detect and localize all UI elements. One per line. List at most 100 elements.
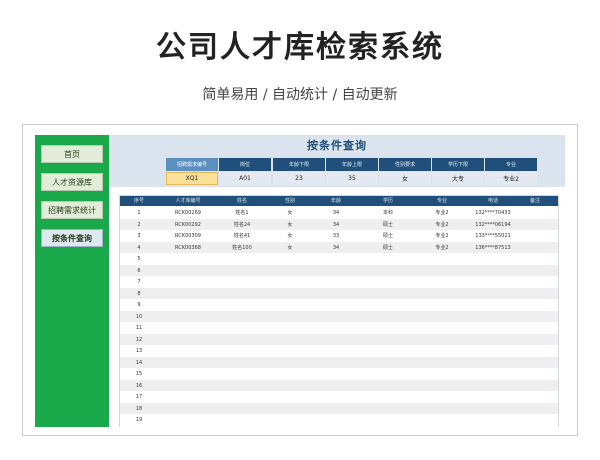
- requirement-id-input[interactable]: XQ1: [166, 172, 218, 185]
- criteria-header: 性别要求: [379, 158, 431, 171]
- table-cell: [316, 404, 356, 414]
- table-row: 14: [120, 356, 558, 368]
- criteria-value: 大专: [432, 172, 484, 185]
- table-cell: 10: [135, 313, 143, 320]
- table-cell: [162, 335, 214, 345]
- table-cell: [420, 254, 464, 264]
- table-cell: [162, 266, 214, 276]
- nav-query-button[interactable]: 按条件查询: [41, 229, 103, 247]
- table-cell: [364, 415, 412, 425]
- table-row: 4 RCK00368 姓名100 女 34 硕士 专业2 136****87513: [120, 241, 558, 253]
- criteria-value: 女: [379, 172, 431, 185]
- table-cell: [316, 346, 356, 356]
- table-cell: RCK00309: [175, 233, 201, 239]
- table-cell: 1: [137, 210, 141, 216]
- table-cell: [518, 381, 552, 391]
- table-cell: [220, 254, 264, 264]
- nav-talent-pool-button[interactable]: 人才资源库: [41, 173, 103, 191]
- table-cell: [162, 277, 214, 287]
- table-cell: [518, 277, 552, 287]
- table-cell: [518, 312, 552, 322]
- table-cell: [518, 208, 552, 218]
- column-header: 电话: [487, 198, 498, 204]
- table-cell: [518, 346, 552, 356]
- criteria-header: 学历下限: [432, 158, 484, 171]
- table-cell: 34: [332, 221, 340, 228]
- table-cell: [468, 346, 518, 356]
- table-cell: 3: [137, 233, 141, 239]
- table-row: 6: [120, 264, 558, 276]
- table-cell: [220, 404, 264, 414]
- table-cell: [270, 254, 310, 264]
- spreadsheet-window: 首页人才资源库招聘需求统计 按条件查询 按条件查询 招聘需求编号 XQ1 岗位 A01 年…: [22, 124, 578, 436]
- table-cell: [364, 358, 412, 368]
- table-row: 15: [120, 368, 558, 380]
- table-cell: 17: [135, 394, 143, 400]
- table-cell: [468, 335, 518, 345]
- table-cell: [270, 266, 310, 276]
- table-cell: [420, 381, 464, 391]
- table-cell: 姓名41: [233, 233, 251, 239]
- table-cell: [420, 369, 464, 379]
- table-cell: 女: [287, 244, 293, 251]
- table-cell: [420, 312, 464, 322]
- table-cell: [518, 220, 552, 230]
- table-cell: [364, 369, 412, 379]
- table-row: 10: [120, 310, 558, 322]
- table-cell: [316, 415, 356, 425]
- table-cell: [270, 404, 310, 414]
- table-cell: 姓名100: [232, 244, 252, 251]
- table-row: 17: [120, 391, 558, 403]
- table-cell: 34: [332, 210, 340, 216]
- table-cell: [468, 300, 518, 310]
- table-cell: [270, 289, 310, 299]
- table-row: 1 RCK00269 姓名1 女 34 本科 专业2 132****70433: [120, 207, 558, 219]
- table-cell: [162, 404, 214, 414]
- table-cell: [468, 312, 518, 322]
- table-cell: 16: [135, 382, 143, 389]
- table-cell: [316, 358, 356, 368]
- table-row: 12: [120, 333, 558, 345]
- table-cell: [220, 277, 264, 287]
- table-cell: [468, 277, 518, 287]
- table-cell: [162, 369, 214, 379]
- table-cell: [468, 254, 518, 264]
- query-panel: 按条件查询 招聘需求编号 XQ1 岗位 A01 年龄下限 23 年龄上限 35 性别要求女学历下…: [109, 135, 565, 187]
- table-row: 7: [120, 276, 558, 288]
- column-header: 性别: [284, 198, 295, 204]
- table-row: 18: [120, 402, 558, 414]
- table-cell: [420, 392, 464, 402]
- table-cell: 硕士: [382, 244, 393, 251]
- criteria-header: 岗位: [219, 158, 271, 171]
- criteria-header: 年龄上限: [326, 158, 378, 171]
- table-cell: 专业2: [435, 233, 449, 239]
- table-cell: [468, 381, 518, 391]
- table-cell: [518, 243, 552, 253]
- table-cell: RCK00269: [175, 210, 201, 216]
- table-cell: 8: [137, 290, 141, 297]
- results-table: 序号 人才库编号 姓名 性别 年龄 学历 专业 电话 备注 1 RCK00269 姓名1 女 34 本科专…: [119, 195, 559, 427]
- column-header: 姓名: [236, 198, 247, 204]
- table-cell: 15: [135, 371, 143, 377]
- table-cell: [220, 335, 264, 345]
- criteria-value: A01: [219, 172, 271, 185]
- table-cell: [518, 323, 552, 333]
- table-cell: [270, 369, 310, 379]
- criteria-header[interactable]: 招聘需求编号: [166, 158, 218, 171]
- table-cell: 5: [137, 256, 141, 262]
- table-cell: [316, 323, 356, 333]
- table-cell: 33: [332, 233, 340, 239]
- table-cell: [364, 277, 412, 287]
- table-cell: 姓名24: [233, 221, 251, 228]
- table-cell: [270, 381, 310, 391]
- table-cell: 2: [137, 221, 141, 228]
- table-cell: [220, 381, 264, 391]
- table-cell: [518, 266, 552, 276]
- column-header: 备注: [529, 198, 540, 204]
- table-cell: [220, 312, 264, 322]
- nav-recruitment-stats-button[interactable]: 招聘需求统计: [41, 201, 103, 219]
- table-cell: 132****06194: [475, 221, 511, 228]
- table-cell: [220, 392, 264, 402]
- table-cell: [420, 358, 464, 368]
- nav-home-button[interactable]: 首页: [41, 145, 103, 163]
